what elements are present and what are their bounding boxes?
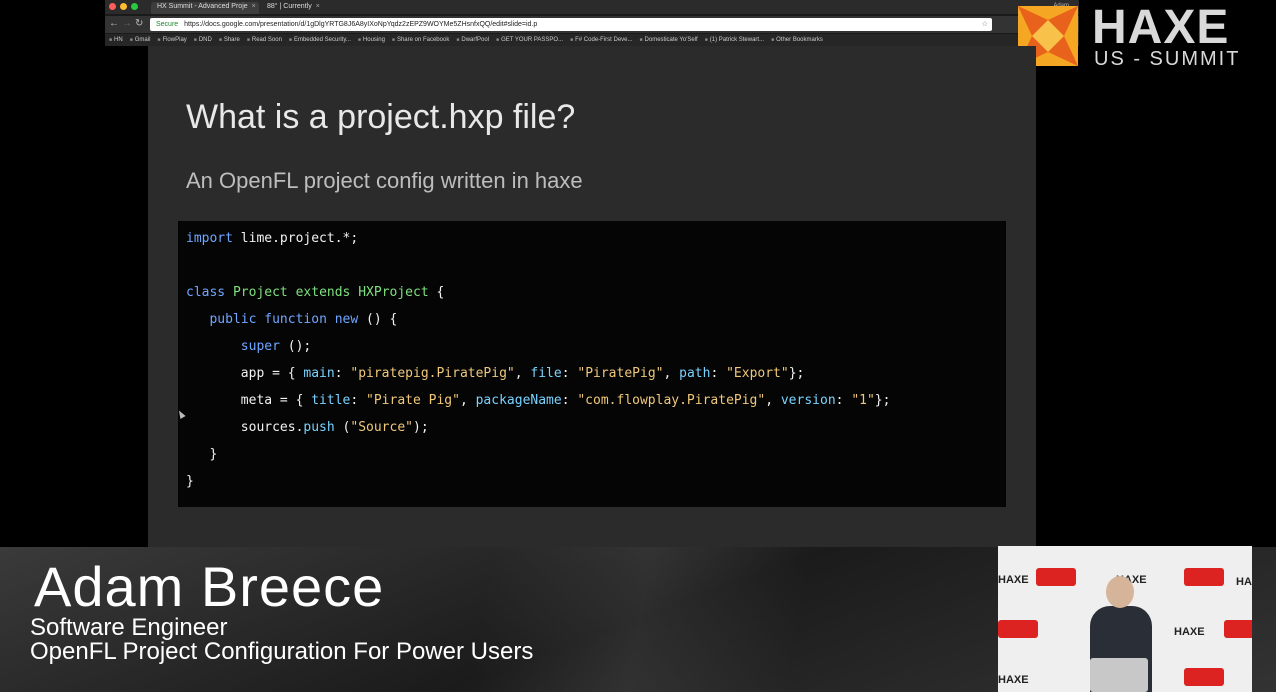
speaker-camera-feed: HAXE HAXE HAXE HAXE HAXE <box>998 546 1252 692</box>
laptop-icon <box>1090 658 1148 692</box>
tab-currently[interactable]: 88° | Currently × <box>261 2 369 14</box>
slide-title: What is a project.hxp file? <box>186 98 576 136</box>
bookmark-item[interactable]: Domesticate Yo'Self <box>640 37 698 43</box>
address-bar[interactable]: Secure https://docs.google.com/presentat… <box>150 18 992 31</box>
bookmark-item[interactable]: Share <box>219 37 240 43</box>
tab-label: 88° | Currently <box>267 3 312 10</box>
code-keyword: extends <box>295 285 351 300</box>
minimize-window-button[interactable] <box>120 3 127 10</box>
bookmark-item[interactable]: HN <box>109 37 123 43</box>
code-line: } <box>186 474 194 489</box>
bookmark-item[interactable]: DND <box>194 37 212 43</box>
close-tab-icon[interactable]: × <box>316 3 320 10</box>
bookmark-item[interactable]: FlowPlay <box>157 37 186 43</box>
backdrop-haxe-logo: HAXE <box>998 574 1029 586</box>
code-type: HXProject <box>358 285 429 300</box>
bookmark-item[interactable]: Housing <box>358 37 385 43</box>
logo-word: HAXE <box>1092 1 1230 54</box>
reload-icon[interactable]: ↻ <box>135 19 143 29</box>
code-line: app = { main: "piratepig.PiratePig", fil… <box>186 366 805 381</box>
code-line: public function new () { <box>209 312 398 327</box>
code-keyword: import <box>186 231 233 246</box>
bookmark-item[interactable]: GET YOUR PASSPO... <box>496 37 563 43</box>
presentation-slide: What is a project.hxp file? An OpenFL pr… <box>148 46 1036 547</box>
code-keyword: public <box>209 312 257 327</box>
back-icon[interactable]: ← <box>109 19 119 29</box>
bookmark-item[interactable]: DwarfPool <box>456 37 489 43</box>
browser-window: HX Summit - Advanced Proje × 88° | Curren… <box>105 0 1079 46</box>
maximize-window-button[interactable] <box>131 3 138 10</box>
backdrop-flowplay-logo <box>1184 568 1224 586</box>
code-line: meta = { title: "Pirate Pig", packageNam… <box>186 393 891 408</box>
logo-subtitle: US - SUMMIT <box>1094 48 1241 70</box>
code-line: sources.push ("Source"); <box>186 420 429 435</box>
close-tab-icon[interactable]: × <box>252 3 256 10</box>
backdrop-flowplay-logo <box>1184 668 1224 686</box>
forward-icon[interactable]: → <box>122 19 132 29</box>
secure-label: Secure <box>156 21 179 28</box>
code-keyword: new <box>334 312 359 327</box>
bookmark-item[interactable]: Share on Facebook <box>392 37 449 43</box>
bookmark-star-icon[interactable]: ☆ <box>982 18 988 31</box>
tab-bar: HX Summit - Advanced Proje × 88° | Curren… <box>105 0 1079 14</box>
code-keyword: class <box>186 285 226 300</box>
backdrop-haxe-logo: HAXE <box>998 674 1029 686</box>
talk-title: OpenFL Project Configuration For Power U… <box>30 638 534 665</box>
bookmark-item[interactable]: F# Code-First Deve... <box>570 37 632 43</box>
bookmark-item[interactable]: Read Soon <box>247 37 282 43</box>
backdrop-haxe-logo: HAXE <box>1236 576 1252 588</box>
tab-hx-summit[interactable]: HX Summit - Advanced Proje × <box>151 2 259 14</box>
code-line: import lime.project.*; <box>186 231 359 246</box>
bookmarks-bar: HN Gmail FlowPlay DND Share Read Soon Em… <box>105 34 1079 46</box>
backdrop-haxe-logo: HAXE <box>1174 626 1205 638</box>
haxe-summit-logo: HAXE US - SUMMIT <box>1016 1 1264 70</box>
code-block: import lime.project.*; class Project ext… <box>178 221 1006 507</box>
bookmark-item[interactable]: Gmail <box>130 37 151 43</box>
code-line: } <box>186 447 218 462</box>
speaker-name: Adam Breece <box>34 555 385 618</box>
code-keyword: super <box>240 339 280 354</box>
code-type: Project <box>232 285 288 300</box>
backdrop-flowplay-logo <box>1224 620 1252 638</box>
speaker-head <box>1106 576 1134 608</box>
code-keyword: function <box>264 312 327 327</box>
bookmark-item[interactable]: Other Bookmarks <box>771 37 823 43</box>
code-line: class Project extends HXProject { <box>186 285 445 300</box>
slide-subtitle: An OpenFL project config written in haxe <box>186 168 583 193</box>
tab-label: HX Summit - Advanced Proje <box>157 3 248 10</box>
code-line: super (); <box>240 339 312 354</box>
close-window-button[interactable] <box>109 3 116 10</box>
address-row: ← → ↻ Secure https://docs.google.com/pre… <box>105 16 1079 33</box>
url-text: https://docs.google.com/presentation/d/1… <box>184 21 538 28</box>
window-controls <box>109 3 138 10</box>
backdrop-flowplay-logo <box>1036 568 1076 586</box>
bookmark-item[interactable]: Embedded Security... <box>289 37 351 43</box>
backdrop-flowplay-logo <box>998 620 1038 638</box>
bookmark-item[interactable]: (1) Patrick Stewart... <box>705 37 764 43</box>
